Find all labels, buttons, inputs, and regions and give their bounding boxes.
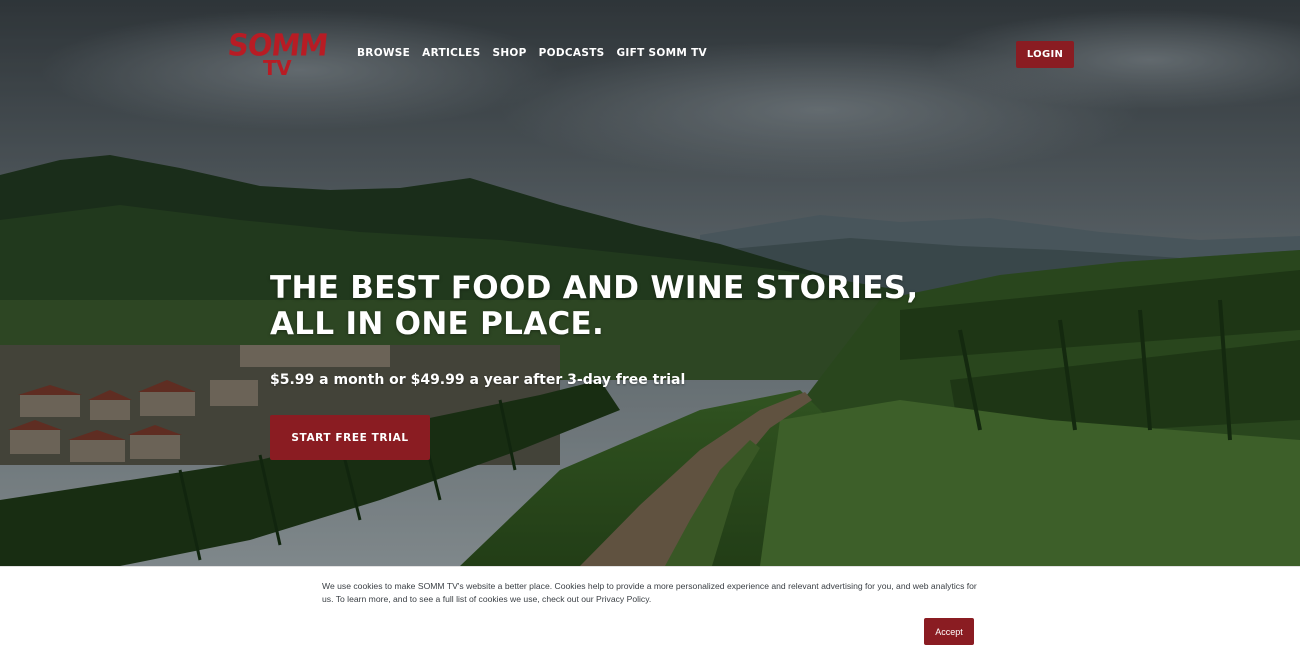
start-free-trial-button[interactable]: START FREE TRIAL — [270, 415, 430, 460]
login-button[interactable]: LOGIN — [1016, 41, 1074, 68]
hero-headline-line-1: THE BEST FOOD AND WINE STORIES, — [270, 270, 919, 306]
nav-podcasts[interactable]: PODCASTS — [539, 46, 605, 61]
cookie-banner-text: We use cookies to make SOMM TV's website… — [322, 581, 977, 604]
main-nav: BROWSE ARTICLES SHOP PODCASTS GIFT SOMM … — [357, 46, 707, 61]
nav-articles[interactable]: ARTICLES — [422, 46, 480, 61]
nav-browse[interactable]: BROWSE — [357, 46, 410, 61]
accept-cookies-button[interactable]: Accept — [924, 618, 974, 645]
nav-gift-somm-tv[interactable]: GIFT SOMM TV — [617, 46, 707, 61]
hero-pricing: $5.99 a month or $49.99 a year after 3-d… — [270, 372, 686, 388]
nav-shop[interactable]: SHOP — [492, 46, 526, 61]
somm-tv-logo[interactable]: SOMM TV — [226, 27, 332, 80]
cookie-banner: We use cookies to make SOMM TV's website… — [0, 566, 1300, 662]
hero-headline: THE BEST FOOD AND WINE STORIES, ALL IN O… — [270, 270, 919, 342]
logo-text-tv: TV — [263, 56, 292, 80]
hero-headline-line-2: ALL IN ONE PLACE. — [270, 306, 605, 342]
